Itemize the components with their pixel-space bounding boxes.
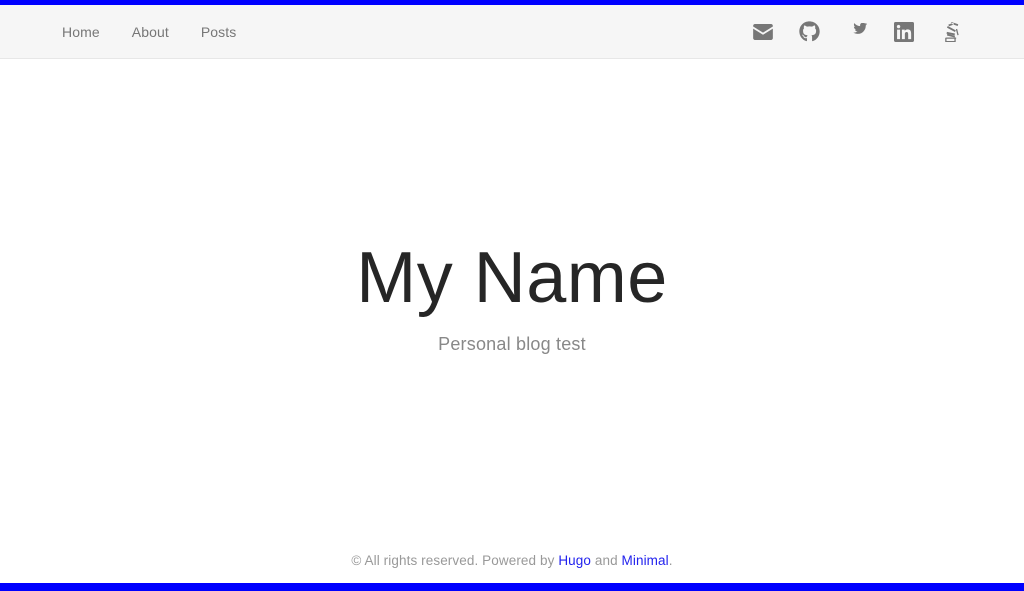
footer-conjunction: and: [591, 552, 622, 568]
footer: © All rights reserved. Powered by Hugo a…: [0, 537, 1024, 583]
hero-section: My Name Personal blog test: [0, 60, 1024, 534]
stackoverflow-icon: [941, 21, 960, 42]
nav-link-posts[interactable]: Posts: [185, 5, 253, 59]
navbar-social-links: [739, 5, 1008, 58]
nav-link-home[interactable]: Home: [46, 5, 116, 59]
footer-text: © All rights reserved. Powered by Hugo a…: [351, 553, 672, 568]
top-accent-bar: [0, 0, 1024, 5]
social-link-twitter[interactable]: [833, 5, 880, 59]
social-link-github[interactable]: [786, 5, 833, 59]
footer-link-hugo[interactable]: Hugo: [558, 553, 591, 568]
linkedin-icon: [893, 21, 914, 42]
page-title: My Name: [356, 237, 668, 318]
footer-period: .: [668, 552, 673, 568]
footer-copyright: © All rights reserved. Powered by: [351, 552, 559, 568]
navbar: Home About Posts: [0, 5, 1024, 59]
page-subtitle: Personal blog test: [438, 334, 586, 355]
social-link-stackoverflow[interactable]: [927, 5, 974, 59]
nav-link-about[interactable]: About: [116, 5, 185, 59]
footer-link-minimal[interactable]: Minimal: [622, 553, 669, 568]
twitter-icon: [846, 22, 868, 41]
envelope-icon: [752, 23, 773, 40]
bottom-accent-bar: [0, 583, 1024, 591]
navbar-links: Home About Posts: [0, 5, 252, 58]
social-link-email[interactable]: [739, 5, 786, 59]
social-link-linkedin[interactable]: [880, 5, 927, 59]
github-icon: [799, 21, 820, 42]
